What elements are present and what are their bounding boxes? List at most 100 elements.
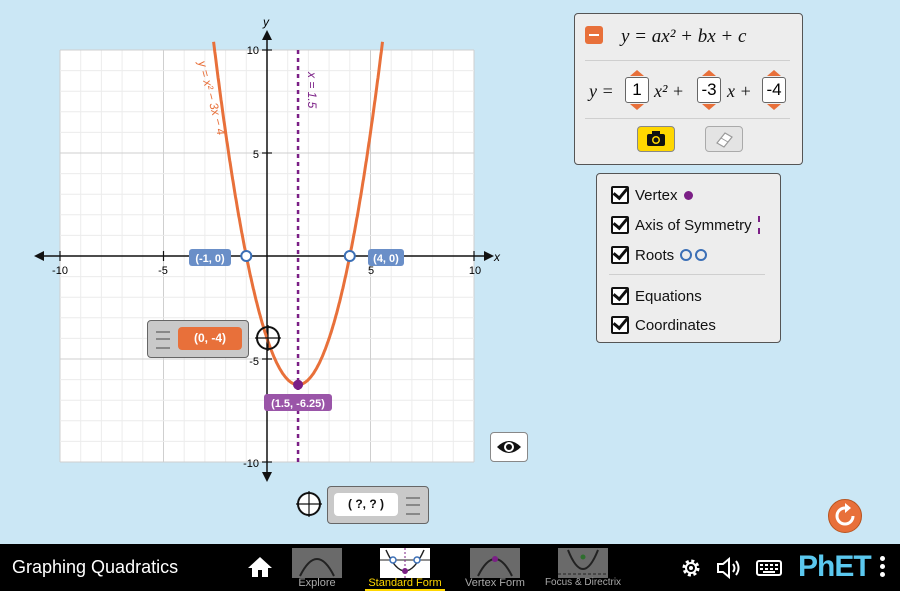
gear-icon xyxy=(682,559,700,577)
y-axis-arrow-down xyxy=(262,472,272,482)
y-axis-arrow-up xyxy=(262,30,272,40)
axis-of-symmetry-checkbox[interactable]: Axis of Symmetry xyxy=(611,216,760,234)
coefficient-b-spinner[interactable]: -3 xyxy=(697,70,721,110)
root-label-right: (4, 0) xyxy=(368,249,404,266)
x-tick-label: 5 xyxy=(368,265,374,277)
reset-all-button[interactable] xyxy=(828,499,862,533)
x-tick-label: -10 xyxy=(52,265,68,277)
decrement-icon[interactable] xyxy=(630,104,644,110)
roots-checkbox-label: Roots xyxy=(635,246,675,264)
screen-button-focus-directrix[interactable]: Focus & Directrix xyxy=(545,544,621,591)
eye-toggle-button[interactable] xyxy=(490,432,528,462)
checkbox-checked-icon[interactable] xyxy=(611,186,629,204)
checkbox-checked-icon[interactable] xyxy=(611,287,629,305)
y-tick-label: -10 xyxy=(243,458,259,470)
equation-title: y = ax² + bx + c xyxy=(621,26,747,47)
coefficient-a-value: 1 xyxy=(625,77,649,103)
y-tick-label: 5 xyxy=(253,149,259,161)
x-tick-label: 10 xyxy=(469,265,481,277)
x-axis-arrow-right xyxy=(484,251,494,261)
vertex-form-screen-icon xyxy=(470,548,520,578)
svg-text:(1.5, -6.25): (1.5, -6.25) xyxy=(271,398,325,410)
y-tick-label: 10 xyxy=(247,45,259,57)
checkbox-checked-icon[interactable] xyxy=(611,316,629,334)
vertex-checkbox-label: Vertex xyxy=(635,186,678,204)
root-label-left: (-1, 0) xyxy=(189,249,231,266)
root-point-right xyxy=(343,250,356,262)
settings-button[interactable] xyxy=(680,557,702,579)
vertex-dot-icon xyxy=(683,190,693,200)
speaker-icon xyxy=(717,556,740,580)
eye-icon xyxy=(497,441,521,453)
dashed-line-icon xyxy=(757,216,760,234)
x2-plus-label: x² + xyxy=(654,81,685,101)
equation-panel: y = ax² + bx + c y = 1 x² + -3 x + -4 xyxy=(574,13,803,165)
coefficient-a-spinner[interactable]: 1 xyxy=(625,70,649,110)
point-tool-value: ( ?, ? ) xyxy=(334,493,398,516)
decrement-icon[interactable] xyxy=(702,104,716,110)
axis-checkbox-label: Axis of Symmetry xyxy=(635,216,752,234)
sim-title: Graphing Quadratics xyxy=(12,557,179,577)
y-axis-label: y xyxy=(262,15,270,29)
point-tool-bottom[interactable]: ( ?, ? ) xyxy=(327,486,429,524)
svg-text:(4, 0): (4, 0) xyxy=(373,253,399,265)
phet-logo[interactable]: PhET xyxy=(798,550,872,584)
screen-label: Focus & Directrix xyxy=(544,577,622,588)
coordinates-checkbox[interactable]: Coordinates xyxy=(611,316,716,334)
drag-handle-icon[interactable] xyxy=(406,497,420,515)
checkbox-checked-icon[interactable] xyxy=(611,216,629,234)
increment-icon[interactable] xyxy=(630,70,644,76)
save-snapshot-button[interactable] xyxy=(637,126,675,152)
coefficient-b-value: -3 xyxy=(697,77,721,103)
phet-menu-icon[interactable] xyxy=(880,556,886,580)
screen-button-vertex-form[interactable]: Vertex Form xyxy=(465,544,525,591)
checkbox-checked-icon[interactable] xyxy=(611,246,629,264)
keyboard-help-button[interactable] xyxy=(756,558,782,578)
graph-area[interactable]: -10 -5 5 10 10 5 -5 -10 x y y = x² − 3x … xyxy=(0,0,560,540)
keyboard-icon xyxy=(756,560,782,576)
equations-checkbox-label: Equations xyxy=(635,287,702,305)
x-plus-label: x + xyxy=(727,81,752,101)
equations-checkbox[interactable]: Equations xyxy=(611,287,702,305)
screen-label: Explore xyxy=(298,577,336,589)
y-tick-label: -5 xyxy=(249,356,259,368)
svg-text:(-1, 0): (-1, 0) xyxy=(195,253,225,265)
home-button[interactable] xyxy=(247,555,273,579)
reset-icon xyxy=(835,503,855,526)
point-tool-value: (0, -4) xyxy=(178,327,242,350)
point-tool-crosshair-bottom[interactable] xyxy=(296,491,322,517)
erase-button[interactable] xyxy=(705,126,743,152)
drag-handle-icon[interactable] xyxy=(156,331,170,349)
increment-icon[interactable] xyxy=(702,70,716,76)
coordinates-checkbox-label: Coordinates xyxy=(635,316,716,334)
eraser-icon xyxy=(716,132,733,148)
decrement-icon[interactable] xyxy=(767,104,781,110)
roots-circles-icon xyxy=(680,249,693,261)
camera-icon xyxy=(647,131,665,146)
roots-circles-icon xyxy=(695,249,708,261)
collapse-button[interactable] xyxy=(585,26,603,44)
y-equals-label: y = xyxy=(589,81,614,101)
screen-label-active: Standard Form xyxy=(368,577,442,589)
x-axis-label: x xyxy=(493,250,501,264)
visibility-panel: Vertex Axis of Symmetry Roots Equations … xyxy=(596,173,781,343)
home-icon xyxy=(248,557,272,577)
x-tick-label: -5 xyxy=(158,265,168,277)
vertex-checkbox[interactable]: Vertex xyxy=(611,186,693,204)
point-tool-top[interactable]: (0, -4) xyxy=(147,320,249,358)
coefficient-c-spinner[interactable]: -4 xyxy=(762,70,786,110)
explore-screen-icon xyxy=(292,548,342,578)
audio-button[interactable] xyxy=(716,556,744,580)
screen-button-standard-form[interactable]: Standard Form xyxy=(365,544,445,591)
roots-checkbox[interactable]: Roots xyxy=(611,246,708,264)
vertex-point xyxy=(293,379,304,390)
screen-button-explore[interactable]: Explore xyxy=(292,544,342,591)
axis-equation-label: x = 1.5 xyxy=(305,71,319,109)
vertex-label: (1.5, -6.25) xyxy=(264,394,332,411)
coefficient-c-value: -4 xyxy=(762,77,786,103)
increment-icon[interactable] xyxy=(767,70,781,76)
x-axis-arrow-left xyxy=(34,251,44,261)
root-point-left xyxy=(240,250,253,262)
focus-directrix-screen-icon xyxy=(558,548,608,578)
screen-label: Vertex Form xyxy=(465,577,525,589)
